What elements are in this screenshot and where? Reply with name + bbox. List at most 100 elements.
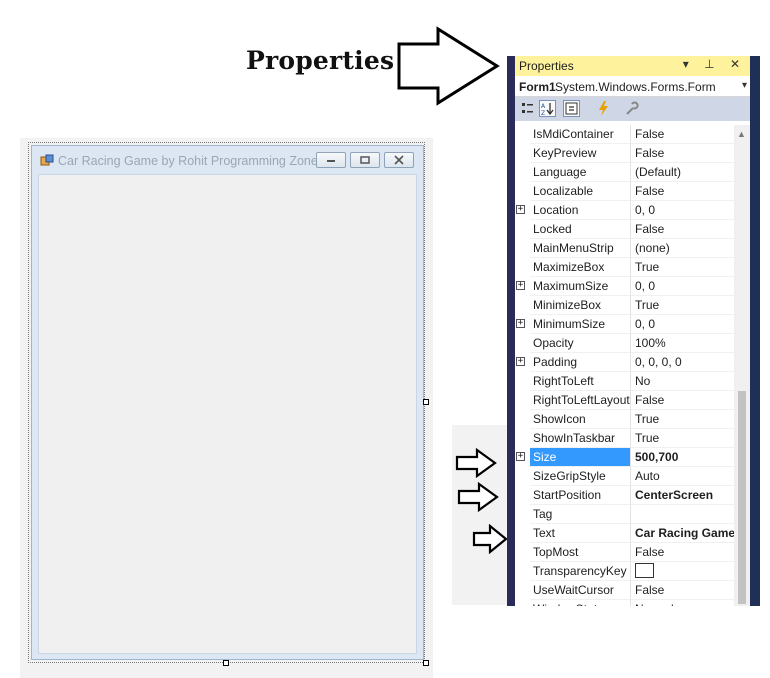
property-name: Location	[530, 201, 630, 220]
expand-icon[interactable]: +	[516, 357, 525, 366]
form-window[interactable]: Car Racing Game by Rohit Programming Zon…	[31, 145, 424, 660]
property-name: TransparencyKey	[530, 562, 630, 581]
categorized-icon[interactable]	[519, 100, 536, 117]
alphabetical-icon[interactable]: AZ	[539, 100, 556, 117]
property-row[interactable]: MaximizeBox True	[515, 258, 734, 277]
resize-handle-corner[interactable]	[423, 660, 429, 666]
property-value[interactable]: 100%	[630, 334, 734, 353]
property-row[interactable]: Opacity 100%	[515, 334, 734, 353]
chevron-down-icon[interactable]: ▾	[742, 80, 747, 91]
property-row[interactable]: + MaximumSize 0, 0	[515, 277, 734, 296]
property-row[interactable]: StartPosition CenterScreen	[515, 486, 734, 505]
maximize-button[interactable]	[350, 152, 380, 168]
expand-icon[interactable]: +	[516, 452, 525, 461]
property-row[interactable]: ShowInTaskbar True	[515, 429, 734, 448]
property-value[interactable]: 500,700	[630, 448, 734, 467]
maximize-icon	[360, 156, 370, 164]
minimize-button[interactable]	[316, 152, 346, 168]
property-value[interactable]: True	[630, 410, 734, 429]
property-value[interactable]: 0, 0	[630, 201, 734, 220]
property-name: IsMdiContainer	[530, 125, 630, 144]
property-value[interactable]: True	[630, 258, 734, 277]
property-value[interactable]	[630, 562, 734, 581]
property-value[interactable]: True	[630, 429, 734, 448]
expand-icon[interactable]: +	[516, 205, 525, 214]
expand-icon[interactable]: +	[516, 319, 525, 328]
property-value[interactable]: False	[630, 581, 734, 600]
property-grid-scrollbar[interactable]: ▲	[734, 125, 750, 606]
property-value[interactable]: Auto	[630, 467, 734, 486]
property-pages-icon[interactable]	[623, 100, 640, 117]
property-value[interactable]: (Default)	[630, 163, 734, 182]
properties-icon[interactable]	[563, 100, 580, 117]
form-client-area[interactable]	[38, 174, 417, 654]
property-row[interactable]: RightToLeftLayout False	[515, 391, 734, 410]
properties-panel: Properties ▾ ⊥ ✕ Form1 System.Windows.Fo…	[515, 56, 750, 606]
property-name: MinimumSize	[530, 315, 630, 334]
property-name: Localizable	[530, 182, 630, 201]
property-value[interactable]: False	[630, 144, 734, 163]
property-value[interactable]: 0, 0, 0, 0	[630, 353, 734, 372]
property-row[interactable]: + MinimumSize 0, 0	[515, 315, 734, 334]
property-value[interactable]: False	[630, 125, 734, 144]
resize-handle-bottom[interactable]	[223, 660, 229, 666]
property-name: Opacity	[530, 334, 630, 353]
scrollbar-thumb[interactable]	[738, 391, 746, 604]
property-name: MaximumSize	[530, 277, 630, 296]
property-value[interactable]: CenterScreen	[630, 486, 734, 505]
property-value[interactable]: False	[630, 391, 734, 410]
property-value[interactable]: Car Racing Game	[630, 524, 734, 543]
property-row[interactable]: + Size 500,700	[515, 448, 734, 467]
property-row[interactable]: KeyPreview False	[515, 144, 734, 163]
property-row[interactable]: TransparencyKey	[515, 562, 734, 581]
property-value[interactable]: 0, 0	[630, 277, 734, 296]
property-row[interactable]: WindowStateNormal	[515, 600, 734, 606]
property-name: MinimizeBox	[530, 296, 630, 315]
property-value[interactable]: No	[630, 372, 734, 391]
properties-toolbar: AZ	[515, 97, 750, 121]
panel-window-controls[interactable]: ▾ ⊥ ✕	[683, 57, 746, 71]
property-row[interactable]: MinimizeBox True	[515, 296, 734, 315]
property-value[interactable]: True	[630, 296, 734, 315]
property-value[interactable]: False	[630, 543, 734, 562]
property-row[interactable]: IsMdiContainer False	[515, 125, 734, 144]
property-value[interactable]: Normal	[630, 600, 734, 606]
property-name: ShowInTaskbar	[530, 429, 630, 448]
close-icon	[394, 155, 404, 165]
property-value[interactable]: False	[630, 182, 734, 201]
property-value[interactable]	[630, 505, 734, 524]
resize-handle-right[interactable]	[423, 399, 429, 405]
expand-icon[interactable]: +	[516, 281, 525, 290]
property-row[interactable]: Localizable False	[515, 182, 734, 201]
object-name: Form1	[519, 80, 556, 94]
property-row[interactable]: Locked False	[515, 220, 734, 239]
property-value[interactable]: 0, 0	[630, 315, 734, 334]
close-button[interactable]	[384, 152, 414, 168]
ide-dock-right-edge	[750, 56, 760, 606]
property-name: Text	[530, 524, 630, 543]
property-name: KeyPreview	[530, 144, 630, 163]
property-row[interactable]: MainMenuStrip (none)	[515, 239, 734, 258]
property-row[interactable]: SizeGripStyle Auto	[515, 467, 734, 486]
color-swatch[interactable]	[635, 563, 654, 578]
property-value[interactable]: False	[630, 220, 734, 239]
property-name: RightToLeftLayout	[530, 391, 630, 410]
property-name: RightToLeft	[530, 372, 630, 391]
object-type: System.Windows.Forms.Form	[555, 80, 716, 94]
svg-text:A: A	[541, 103, 546, 110]
property-row[interactable]: RightToLeft No	[515, 372, 734, 391]
property-name: TopMost	[530, 543, 630, 562]
property-value[interactable]: (none)	[630, 239, 734, 258]
object-selector[interactable]: Form1 System.Windows.Forms.Form ▾	[515, 76, 750, 97]
events-icon[interactable]	[595, 100, 612, 117]
scroll-up-icon[interactable]: ▲	[737, 129, 746, 139]
property-row[interactable]: Tag	[515, 505, 734, 524]
property-row[interactable]: Text Car Racing Game	[515, 524, 734, 543]
property-row[interactable]: + Padding 0, 0, 0, 0	[515, 353, 734, 372]
property-row[interactable]: TopMost False	[515, 543, 734, 562]
property-row[interactable]: + Location 0, 0	[515, 201, 734, 220]
property-row[interactable]: ShowIcon True	[515, 410, 734, 429]
property-name: UseWaitCursor	[530, 581, 630, 600]
property-row[interactable]: Language (Default)	[515, 163, 734, 182]
property-row[interactable]: UseWaitCursor False	[515, 581, 734, 600]
